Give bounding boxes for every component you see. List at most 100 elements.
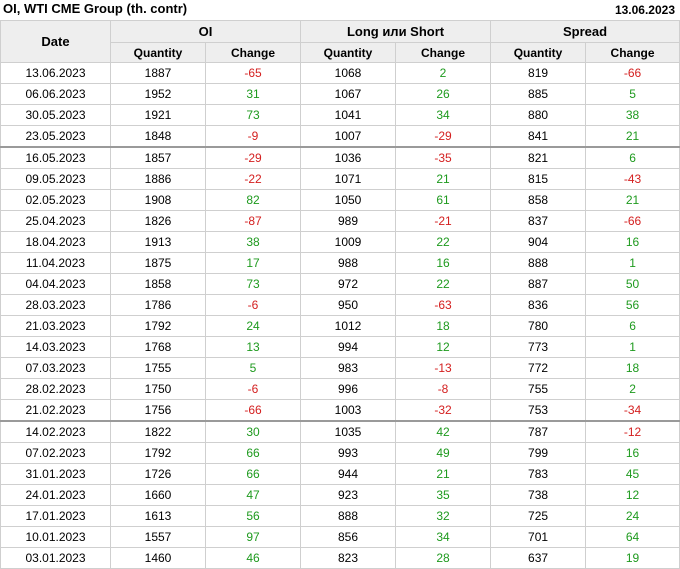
oi-change-cell: 47 — [204, 484, 302, 506]
oi-change-cell: 17 — [204, 252, 302, 274]
table-row: 03.01.2023 1460 46 823 28 637 19 — [0, 547, 680, 569]
spread-change-cell: 50 — [585, 273, 680, 295]
long-short-quantity-cell: 1036 — [300, 146, 397, 169]
oi-change-cell: -65 — [204, 62, 302, 84]
oi-quantity-cell: 1886 — [110, 168, 206, 190]
date-cell: 13.06.2023 — [0, 62, 111, 84]
spread-change-cell: -34 — [585, 399, 680, 422]
oi-quantity-cell: 1557 — [110, 526, 206, 548]
long-short-change-cell: -32 — [395, 399, 492, 422]
spread-quantity-cell: 773 — [490, 336, 587, 358]
long-short-change-cell: 28 — [395, 547, 492, 569]
spread-change-cell: 5 — [585, 83, 680, 105]
oi-change-header: Change — [204, 42, 302, 63]
date-cell: 30.05.2023 — [0, 104, 111, 126]
date-cell: 09.05.2023 — [0, 168, 111, 190]
oi-quantity-cell: 1768 — [110, 336, 206, 358]
oi-change-cell: 31 — [204, 83, 302, 105]
long-short-change-cell: 22 — [395, 273, 492, 295]
long-short-change-cell: -29 — [395, 125, 492, 148]
long-short-change-cell: -8 — [395, 378, 492, 400]
spread-quantity-cell: 885 — [490, 83, 587, 105]
spread-group-header: Spread — [490, 20, 680, 43]
report-header: OI, WTI CME Group (th. contr) 13.06.2023 — [0, 0, 680, 20]
spread-quantity-cell: 858 — [490, 189, 587, 211]
spread-change-cell: -66 — [585, 210, 680, 232]
spread-quantity-cell: 772 — [490, 357, 587, 379]
spread-change-cell: 21 — [585, 125, 680, 148]
long-short-quantity-cell: 950 — [300, 294, 397, 316]
oi-quantity-cell: 1756 — [110, 399, 206, 422]
oi-quantity-cell: 1660 — [110, 484, 206, 506]
oi-quantity-cell: 1750 — [110, 378, 206, 400]
oi-quantity-cell: 1875 — [110, 252, 206, 274]
long-short-quantity-cell: 1050 — [300, 189, 397, 211]
table-row: 06.06.2023 1952 31 1067 26 885 5 — [0, 83, 680, 105]
long-short-change-cell: 16 — [395, 252, 492, 274]
table-row: 23.05.2023 1848 -9 1007 -29 841 21 — [0, 125, 680, 148]
oi-quantity-cell: 1826 — [110, 210, 206, 232]
long-short-quantity-cell: 1003 — [300, 399, 397, 422]
spread-change-cell: 24 — [585, 505, 680, 527]
date-cell: 14.02.2023 — [0, 420, 111, 443]
table-row: 10.01.2023 1557 97 856 34 701 64 — [0, 526, 680, 548]
spread-change-cell: 6 — [585, 146, 680, 169]
oi-quantity-cell: 1913 — [110, 231, 206, 253]
spread-quantity-cell: 637 — [490, 547, 587, 569]
spread-change-header: Change — [585, 42, 680, 63]
long-short-change-cell: 18 — [395, 315, 492, 337]
long-short-quantity-cell: 972 — [300, 273, 397, 295]
long-short-quantity-cell: 1012 — [300, 315, 397, 337]
spread-quantity-cell: 725 — [490, 505, 587, 527]
long-short-change-cell: 26 — [395, 83, 492, 105]
spread-change-cell: -43 — [585, 168, 680, 190]
long-short-change-cell: 42 — [395, 420, 492, 443]
spread-change-cell: -12 — [585, 420, 680, 443]
date-cell: 16.05.2023 — [0, 146, 111, 169]
oi-change-cell: -87 — [204, 210, 302, 232]
long-short-quantity-cell: 856 — [300, 526, 397, 548]
table-row: 21.03.2023 1792 24 1012 18 780 6 — [0, 315, 680, 337]
long-short-change-cell: -21 — [395, 210, 492, 232]
spread-change-cell: 64 — [585, 526, 680, 548]
table-row: 18.04.2023 1913 38 1009 22 904 16 — [0, 231, 680, 253]
long-short-quantity-cell: 989 — [300, 210, 397, 232]
oi-quantity-cell: 1858 — [110, 273, 206, 295]
oi-quantity-cell: 1755 — [110, 357, 206, 379]
oi-quantity-header: Quantity — [110, 42, 206, 63]
date-cell: 28.02.2023 — [0, 378, 111, 400]
oi-change-cell: -66 — [204, 399, 302, 422]
long-short-quantity-cell: 1035 — [300, 420, 397, 443]
long-short-change-cell: 49 — [395, 442, 492, 464]
spread-quantity-cell: 841 — [490, 125, 587, 148]
oi-quantity-cell: 1792 — [110, 442, 206, 464]
spread-change-cell: -66 — [585, 62, 680, 84]
oi-change-cell: 46 — [204, 547, 302, 569]
report-title: OI, WTI CME Group (th. contr) — [3, 1, 188, 16]
oi-quantity-cell: 1848 — [110, 125, 206, 148]
date-cell: 25.04.2023 — [0, 210, 111, 232]
long-short-change-cell: 21 — [395, 168, 492, 190]
oi-change-cell: 56 — [204, 505, 302, 527]
date-cell: 18.04.2023 — [0, 231, 111, 253]
table-row: 25.04.2023 1826 -87 989 -21 837 -66 — [0, 210, 680, 232]
spread-quantity-cell: 880 — [490, 104, 587, 126]
spread-change-cell: 1 — [585, 252, 680, 274]
table-row: 14.02.2023 1822 30 1035 42 787 -12 — [0, 420, 680, 443]
spread-quantity-cell: 753 — [490, 399, 587, 422]
table-row: 28.02.2023 1750 -6 996 -8 755 2 — [0, 378, 680, 400]
long-short-change-cell: 32 — [395, 505, 492, 527]
date-cell: 10.01.2023 — [0, 526, 111, 548]
oi-quantity-cell: 1908 — [110, 189, 206, 211]
oi-change-cell: -9 — [204, 125, 302, 148]
spread-change-cell: 6 — [585, 315, 680, 337]
oi-table: Date OI Long или Short Spread Quantity C… — [0, 20, 680, 569]
spread-quantity-cell: 780 — [490, 315, 587, 337]
table-row: 04.04.2023 1858 73 972 22 887 50 — [0, 273, 680, 295]
oi-change-cell: -29 — [204, 146, 302, 169]
oi-change-cell: 5 — [204, 357, 302, 379]
table-row: 09.05.2023 1886 -22 1071 21 815 -43 — [0, 168, 680, 190]
date-cell: 07.03.2023 — [0, 357, 111, 379]
spread-quantity-cell: 819 — [490, 62, 587, 84]
oi-change-cell: 13 — [204, 336, 302, 358]
